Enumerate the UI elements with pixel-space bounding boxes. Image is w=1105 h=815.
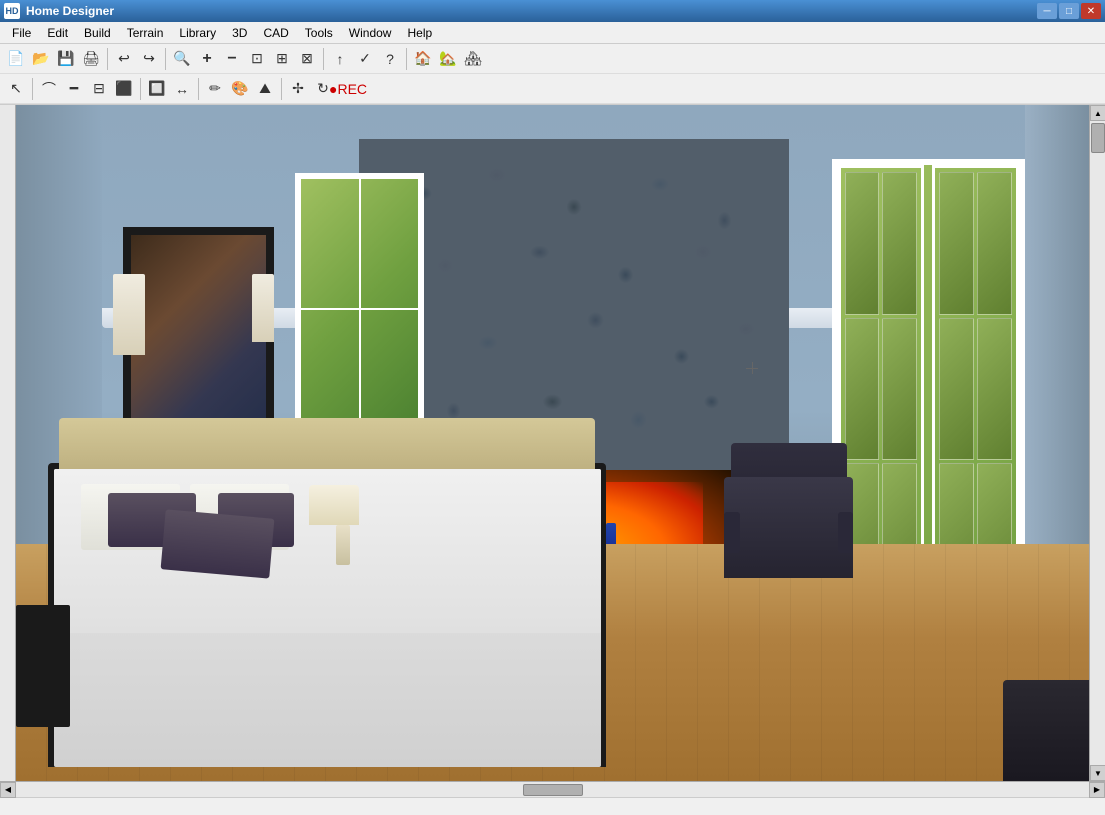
cabinet-tool-button[interactable]: ⬛ xyxy=(112,77,136,101)
door-pane xyxy=(845,318,880,461)
open-button[interactable]: 📂 xyxy=(29,47,53,71)
chair-arm-right xyxy=(838,512,853,553)
toolbar-separator-6 xyxy=(140,78,141,100)
vertical-scrollbar[interactable]: ▲ ▼ xyxy=(1089,105,1105,781)
wall-sconce-left-2 xyxy=(252,274,273,342)
toolbar-separator-5 xyxy=(32,78,33,100)
toolbar-secondary: ↖ ⌒ ━ ⊟ ⬛ 🔲 ↔ ✏ 🎨 ⛰ ✢ ↻ ●REC xyxy=(0,74,1105,104)
main-area: ▲ ▼ xyxy=(0,105,1105,781)
crosshair-cursor xyxy=(746,362,758,374)
window-left xyxy=(295,173,424,443)
checkmark-button[interactable]: ✓ xyxy=(353,47,377,71)
lamp-shade xyxy=(309,485,359,525)
menu-item-window[interactable]: Window xyxy=(341,24,400,42)
wall-tool-button[interactable]: ━ xyxy=(62,77,86,101)
dark-pillow-3 xyxy=(161,509,275,578)
app-icon: HD xyxy=(4,3,20,19)
nightstand xyxy=(16,605,70,727)
save-button[interactable]: 💾 xyxy=(54,47,78,71)
menu-item-build[interactable]: Build xyxy=(76,24,119,42)
menu-item-library[interactable]: Library xyxy=(171,24,224,42)
select-tool-button[interactable]: ↖ xyxy=(4,77,28,101)
scroll-up-arrow[interactable]: ▲ xyxy=(1090,105,1105,121)
door-pane xyxy=(845,172,880,315)
chair-arm-left xyxy=(724,512,739,553)
hscroll-thumb[interactable] xyxy=(523,784,583,796)
record-button[interactable]: ●REC xyxy=(336,77,360,101)
title-bar: HD Home Designer ─ □ ✕ xyxy=(0,0,1105,22)
redo-button[interactable]: ↪ xyxy=(137,47,161,71)
menu-item-file[interactable]: File xyxy=(4,24,39,42)
arrow-up-button[interactable]: ↑ xyxy=(328,47,352,71)
hscroll-track[interactable] xyxy=(16,782,1089,797)
door-pane xyxy=(882,172,917,315)
toolbar-separator-1 xyxy=(107,48,108,70)
menu-item-tools[interactable]: Tools xyxy=(297,24,341,42)
menu-item-3d[interactable]: 3D xyxy=(224,24,255,42)
house-button[interactable]: 🏠 xyxy=(411,47,435,71)
close-button[interactable]: ✕ xyxy=(1081,3,1101,19)
bedroom-scene xyxy=(16,105,1089,781)
vertical-ruler xyxy=(0,105,16,781)
door-pane xyxy=(939,318,974,461)
door-pane xyxy=(977,318,1012,461)
undo-button[interactable]: ↩ xyxy=(112,47,136,71)
maximize-button[interactable]: □ xyxy=(1059,3,1079,19)
menu-bar: File Edit Build Terrain Library 3D CAD T… xyxy=(0,22,1105,44)
menu-item-cad[interactable]: CAD xyxy=(255,24,296,42)
zoom-extent-button[interactable]: ⊠ xyxy=(295,47,319,71)
window-title: Home Designer xyxy=(26,4,1037,18)
door-pane xyxy=(977,172,1012,315)
question-button[interactable]: ? xyxy=(378,47,402,71)
draw-tool-button[interactable]: ✏ xyxy=(203,77,227,101)
scroll-left-arrow[interactable]: ◀ xyxy=(0,782,16,798)
menu-item-terrain[interactable]: Terrain xyxy=(119,24,172,42)
window-frame-v xyxy=(359,179,361,437)
paint-tool-button[interactable]: 🎨 xyxy=(228,77,252,101)
door-pane xyxy=(882,318,917,461)
toolbar-separator-2 xyxy=(165,48,166,70)
armchair xyxy=(724,443,853,578)
zoom-in-button[interactable]: + xyxy=(195,47,219,71)
zoom-window-button[interactable]: ⊞ xyxy=(270,47,294,71)
lamp-base xyxy=(336,525,350,565)
roof-button[interactable]: 🏡 xyxy=(436,47,460,71)
minimize-button[interactable]: ─ xyxy=(1037,3,1057,19)
floor-button[interactable]: 🏘 xyxy=(461,47,485,71)
scroll-right-arrow[interactable]: ▶ xyxy=(1089,782,1105,798)
toolbar-area: 📄 📂 💾 🖨 ↩ ↪ 🔍 + − ⊡ ⊞ ⊠ ↑ ✓ ? 🏠 🏡 🏘 ↖ ⌒ … xyxy=(0,44,1105,105)
move-tool-button[interactable]: ✢ xyxy=(286,77,310,101)
toolbar-primary: 📄 📂 💾 🖨 ↩ ↪ 🔍 + − ⊡ ⊞ ⊠ ↑ ✓ ? 🏠 🏡 🏘 xyxy=(0,44,1105,74)
print-button[interactable]: 🖨 xyxy=(79,47,103,71)
toolbar-separator-3 xyxy=(323,48,324,70)
zoom-magnify-button[interactable]: 🔍 xyxy=(170,47,194,71)
toolbar-separator-7 xyxy=(198,78,199,100)
toolbar-separator-4 xyxy=(406,48,407,70)
zoom-fit-button[interactable]: ⊡ xyxy=(245,47,269,71)
terrain-tool-button[interactable]: ⛰ xyxy=(253,77,277,101)
menu-item-edit[interactable]: Edit xyxy=(39,24,76,42)
chair-body xyxy=(724,477,853,578)
floor-lamp xyxy=(327,485,359,565)
viewport[interactable] xyxy=(16,105,1089,781)
room-tool-button[interactable]: ⊟ xyxy=(87,77,111,101)
menu-item-help[interactable]: Help xyxy=(399,24,440,42)
window-controls: ─ □ ✕ xyxy=(1037,3,1101,19)
stair-tool-button[interactable]: 🔲 xyxy=(145,77,169,101)
scroll-track[interactable] xyxy=(1090,121,1105,765)
new-button[interactable]: 📄 xyxy=(4,47,28,71)
scroll-thumb[interactable] xyxy=(1091,123,1105,153)
horizontal-scrollbar[interactable]: ◀ ▶ xyxy=(0,781,1105,797)
toolbar-separator-8 xyxy=(281,78,282,100)
wall-sconce-left xyxy=(113,274,145,355)
bottom-chair xyxy=(1003,680,1089,781)
zoom-out-button[interactable]: − xyxy=(220,47,244,71)
door-pane xyxy=(939,172,974,315)
arc-tool-button[interactable]: ⌒ xyxy=(37,77,61,101)
dimension-tool-button[interactable]: ↔ xyxy=(170,77,194,101)
scroll-down-arrow[interactable]: ▼ xyxy=(1090,765,1105,781)
